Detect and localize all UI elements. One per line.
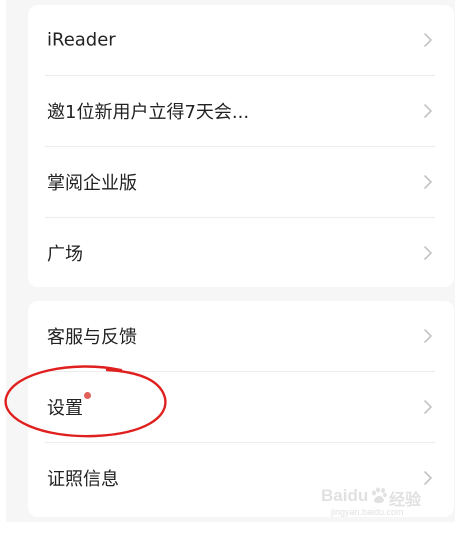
chevron-right-icon bbox=[424, 33, 432, 47]
watermark-brand: Baidu bbox=[321, 486, 369, 505]
menu-item-label: 设置 bbox=[47, 398, 83, 419]
menu-item-ireader[interactable]: iReader bbox=[28, 5, 454, 75]
menu-card-support: 客服与反馈 设置 证照信息 bbox=[28, 301, 454, 517]
menu-item-invite[interactable]: 邀1位新用户立得7天会... bbox=[28, 76, 454, 146]
menu-item-label: 邀1位新用户立得7天会... bbox=[47, 102, 250, 123]
settings-screen: iReader 邀1位新用户立得7天会... 掌阅企业版 广场 客服与反馈 设置 bbox=[6, 0, 455, 522]
menu-item-feedback[interactable]: 客服与反馈 bbox=[28, 301, 454, 371]
menu-item-label: 掌阅企业版 bbox=[47, 173, 137, 194]
menu-item-label: 广场 bbox=[47, 244, 83, 265]
baidu-watermark: Baidu 经验 jingyan.baidu.com bbox=[321, 486, 439, 520]
chevron-right-icon bbox=[424, 400, 432, 414]
chevron-right-icon bbox=[424, 471, 432, 485]
chevron-right-icon bbox=[424, 175, 432, 189]
chevron-right-icon bbox=[424, 104, 432, 118]
menu-item-settings[interactable]: 设置 bbox=[28, 372, 454, 442]
notification-dot bbox=[84, 392, 91, 399]
menu-item-label: 客服与反馈 bbox=[47, 327, 137, 348]
watermark-url: jingyan.baidu.com bbox=[331, 507, 404, 517]
chevron-right-icon bbox=[424, 329, 432, 343]
menu-item-label: iReader bbox=[47, 29, 116, 51]
menu-card-main: iReader 邀1位新用户立得7天会... 掌阅企业版 广场 bbox=[28, 5, 454, 287]
menu-item-plaza[interactable]: 广场 bbox=[28, 218, 454, 288]
chevron-right-icon bbox=[424, 246, 432, 260]
menu-item-enterprise[interactable]: 掌阅企业版 bbox=[28, 147, 454, 217]
menu-item-label: 证照信息 bbox=[47, 469, 119, 490]
paw-icon bbox=[372, 487, 387, 504]
